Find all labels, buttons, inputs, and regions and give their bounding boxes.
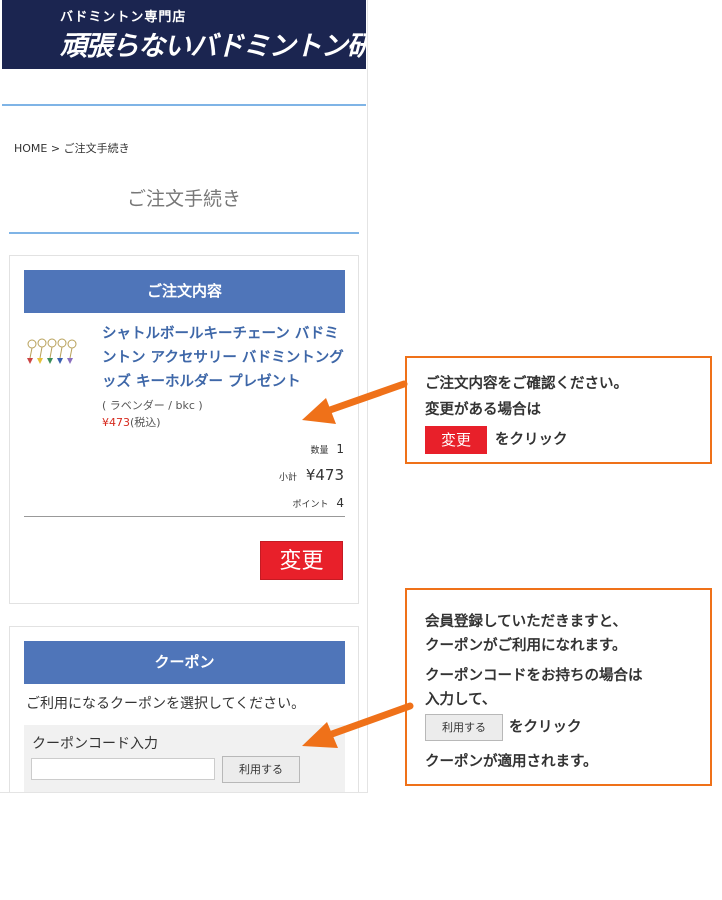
order-help-callout: ご注文内容をご確認ください。 変更がある場合は 変更 をクリック [405, 356, 712, 464]
site-header: バドミントン専門店 頑張らないバドミントン研究会 [2, 0, 367, 69]
callout2-line5: 利用する をクリック [425, 714, 582, 741]
points-value: 4 [336, 496, 344, 510]
callout2-line1: 会員登録していただきますと、 [425, 614, 627, 630]
quantity-row: 数量 1 [311, 442, 344, 456]
product-variant: ( ラベンダー / bkc ) [102, 399, 203, 412]
callout2-line6: クーポンが適用されます。 [425, 754, 598, 770]
points-row: ポイント 4 [293, 496, 344, 510]
callout1-line3: 変更 をクリック [425, 426, 568, 454]
product-name-link[interactable]: シャトルボールキーチェーン バドミントン アクセサリー バドミントングッズ キー… [102, 322, 348, 394]
subtotal-value: ¥473 [305, 466, 344, 484]
order-heading: ご注文内容 [24, 270, 345, 313]
price-value: ¥473 [102, 416, 130, 429]
subtotal-row: 小計 ¥473 [279, 466, 344, 484]
points-label: ポイント [292, 500, 329, 510]
coupon-heading: クーポン [24, 641, 345, 684]
callout2-apply-button-sample: 利用する [425, 714, 503, 741]
callout1-line2: 変更がある場合は [425, 402, 541, 418]
page-title: ご注文手続き [126, 188, 241, 210]
order-divider [24, 516, 345, 517]
store-logo[interactable]: 頑張らないバドミントン研究会 [60, 24, 367, 63]
callout1-line1: ご注文内容をご確認ください。 [425, 376, 628, 392]
nav-divider [2, 104, 366, 106]
quantity-value: 1 [336, 442, 344, 456]
callout2-line4: 入力して、 [425, 692, 497, 708]
coupon-code-label: クーポンコード入力 [32, 736, 158, 752]
callout2-line2: クーポンがご利用になれます。 [425, 638, 627, 654]
quantity-label: 数量 [310, 446, 329, 456]
change-order-button[interactable]: 変更 [260, 541, 343, 580]
tax-note: (税込) [130, 416, 161, 429]
subtotal-label: 小計 [279, 473, 298, 483]
title-divider [9, 232, 359, 234]
breadcrumb[interactable]: HOME > ご注文手続き [14, 140, 130, 156]
order-summary-box: ご注文内容 シャトルボールキーチェーン バドミントン アクセサリー バドミントン… [9, 255, 359, 604]
coupon-box: クーポン ご利用になるクーポンを選択してください。 クーポンコード入力 利用する [9, 626, 359, 792]
callout1-click-text: をクリック [495, 432, 568, 448]
coupon-code-input[interactable] [31, 758, 215, 780]
store-type: バドミントン専門店 [60, 10, 187, 25]
product-thumbnail[interactable] [24, 336, 80, 368]
apply-coupon-button[interactable]: 利用する [222, 756, 300, 783]
mobile-checkout-screen: バドミントン専門店 頑張らないバドミントン研究会 HOME > ご注文手続き ご… [0, 0, 368, 793]
coupon-help-callout: 会員登録していただきますと、 クーポンがご利用になれます。 クーポンコードをお持… [405, 588, 712, 786]
callout2-line3: クーポンコードをお持ちの場合は [425, 668, 643, 684]
callout1-change-button-sample: 変更 [425, 426, 487, 454]
product-price: ¥473(税込) [102, 414, 161, 430]
callout2-click-text: をクリック [509, 719, 582, 736]
coupon-description: ご利用になるクーポンを選択してください。 [26, 696, 306, 712]
coupon-code-area: クーポンコード入力 利用する [24, 725, 345, 792]
